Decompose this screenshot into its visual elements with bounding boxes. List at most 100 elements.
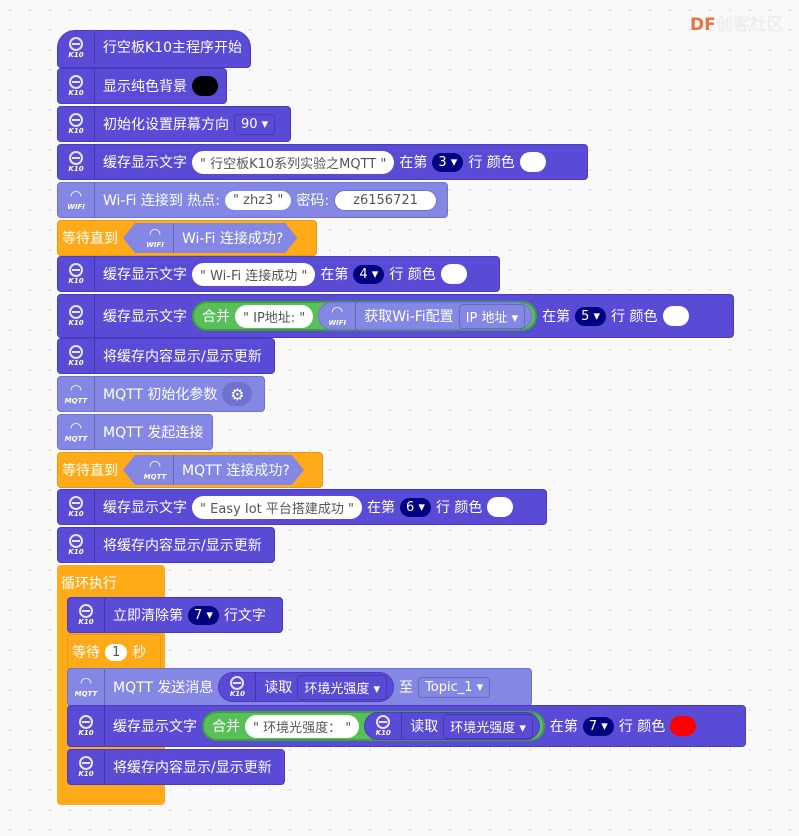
display-update-block[interactable]: K10 将缓存内容显示/显示更新 [57,338,275,374]
watermark-logo: DF创客社区 [690,15,784,35]
clear-row-block[interactable]: K10 立即清除第 7 ▾ 行文字 [67,597,283,633]
row-dropdown[interactable]: 5 ▾ [575,306,607,326]
block-label: 等待直到 [62,463,118,479]
row-dropdown[interactable]: 4 ▾ [353,264,385,284]
fill-background-block[interactable]: K10 显示纯色背景 [57,68,227,104]
k10-board-icon: K10 [58,490,95,524]
label: 至 [399,680,414,696]
block-label: 行空板K10主程序开始 [103,40,242,56]
k10-board-icon: K10 [68,750,105,784]
text-input[interactable]: " IP地址: " [235,304,314,328]
row-dropdown[interactable]: 3 ▾ [432,152,464,172]
block-label: 等待直到 [62,231,118,247]
sensor-dropdown[interactable]: 环境光强度 ▾ [443,713,533,739]
orientation-dropdown[interactable]: 90 ▾ [234,113,276,135]
color-swatch-white[interactable] [487,497,514,517]
wifi-icon: ◠ WIFI [319,303,357,329]
row-dropdown[interactable]: 6 ▾ [400,497,431,517]
k10-board-icon: K10 [58,69,95,103]
label: 密码: [296,193,330,209]
gear-icon[interactable]: ⚙ [222,382,253,406]
color-swatch-red[interactable] [670,716,697,736]
seconds-input[interactable]: 1 [105,643,128,661]
color-swatch-white[interactable] [662,306,689,326]
topic-dropdown[interactable]: Topic_1 ▾ [418,676,491,698]
block-label: 循环执行 [61,576,117,592]
block-label: 将缓存内容显示/显示更新 [113,760,272,776]
k10-board-icon: K10 [58,339,95,373]
ssid-input[interactable]: " zhz3 " [225,190,292,210]
label: 行 颜色 [611,309,658,325]
screen-orientation-block[interactable]: K10 初始化设置屏幕方向 90 ▾ [57,106,291,142]
k10-board-icon: K10 [365,713,403,739]
label: 行 颜色 [618,719,666,735]
k10-board-icon: K10 [58,295,95,337]
mqtt-connect-block[interactable]: ◠ MQTT MQTT 发起连接 [57,414,213,450]
cache-text-join-block[interactable]: K10 缓存显示文字 合并 " 环境光强度： " K10 读取 环境光强度 ▾ 在第… [67,705,746,747]
block-label: 缓存显示文字 [103,309,187,325]
wifi-config-reporter[interactable]: ◠ WIFI 获取Wi-Fi配置 IP 地址 ▾ [318,302,533,330]
block-label: 将缓存内容显示/显示更新 [103,349,262,365]
read-sensor-reporter[interactable]: K10 读取 环境光强度 ▾ [364,712,540,740]
text-input[interactable]: " 环境光强度： " [245,714,360,738]
color-swatch-white[interactable] [440,264,467,284]
label: 在第 [542,309,571,325]
cache-text-block[interactable]: K10 缓存显示文字 " Wi-Fi 连接成功 " 在第 4 ▾ 行 颜色 [57,256,500,292]
block-label: MQTT 初始化参数 [103,387,218,403]
sensor-dropdown[interactable]: 环境光强度 ▾ [297,674,388,700]
cache-text-block[interactable]: K10 缓存显示文字 " 行空板K10系列实验之MQTT " 在第 3 ▾ 行 … [57,144,588,180]
block-label: 立即清除第 [113,608,183,624]
k10-board-icon: K10 [58,257,95,291]
label: 行文字 [223,608,266,624]
label: 在第 [399,155,428,171]
k10-board-icon: K10 [68,598,105,632]
mqtt-publish-block[interactable]: ◠ MQTT MQTT 发送消息 K10 读取 环境光强度 ▾ 至 Topic_1 ▾ [67,668,532,706]
block-label: 缓存显示文字 [103,155,187,171]
block-label: 缓存显示文字 [103,500,187,516]
join-operator[interactable]: 合并 " IP地址: " ◠ WIFI 获取Wi-Fi配置 IP 地址 ▾ [192,301,538,331]
forever-loop-header[interactable]: 循环执行 [57,565,165,601]
block-label: 缓存显示文字 [103,267,187,283]
display-update-block[interactable]: K10 将缓存内容显示/显示更新 [57,527,275,563]
wait-until-block[interactable]: 等待直到 ◠ MQTT MQTT 连接成功? [57,452,323,488]
label: 在第 [549,719,578,735]
row-dropdown[interactable]: 7 ▾ [188,605,219,625]
block-label: 显示纯色背景 [103,79,187,95]
label: 秒 [132,645,147,661]
row-dropdown[interactable]: 7 ▾ [582,716,614,736]
text-input[interactable]: " Easy Iot 平台搭建成功 " [192,495,363,519]
block-label: MQTT 发起连接 [103,425,204,441]
k10-board-icon: K10 [68,706,105,746]
read-sensor-reporter[interactable]: K10 读取 环境光强度 ▾ [218,672,395,702]
cache-text-block[interactable]: K10 缓存显示文字 " Easy Iot 平台搭建成功 " 在第 6 ▾ 行 … [57,489,547,525]
join-operator[interactable]: 合并 " 环境光强度： " K10 读取 环境光强度 ▾ [202,711,545,741]
wait-until-block[interactable]: 等待直到 ◠ WIFI Wi-Fi 连接成功? [57,220,317,256]
k10-board-icon: K10 [219,673,257,701]
wifi-icon: ◠ WIFI [58,183,95,217]
password-input[interactable]: z6156721 [334,189,437,211]
block-label: 将缓存内容显示/显示更新 [103,538,262,554]
wifi-icon: ◠ WIFI [137,223,174,253]
cache-text-join-block[interactable]: K10 缓存显示文字 合并 " IP地址: " ◠ WIFI 获取Wi-Fi配置 IP… [57,294,734,338]
label: 在第 [367,500,396,516]
text-input[interactable]: " Wi-Fi 连接成功 " [192,262,316,286]
display-update-block[interactable]: K10 将缓存内容显示/显示更新 [67,749,285,785]
label: 行 颜色 [389,267,436,283]
wait-seconds-block[interactable]: 等待 1 秒 [67,634,161,670]
k10-board-icon: K10 [58,528,95,562]
k10-board-icon: K10 [58,33,95,63]
mqtt-wifi-icon: ◠ MQTT [58,377,95,411]
text-input[interactable]: " 行空板K10系列实验之MQTT " [192,150,395,174]
mqtt-connected-condition[interactable]: ◠ MQTT MQTT 连接成功? [123,455,304,485]
mqtt-init-block[interactable]: ◠ MQTT MQTT 初始化参数 ⚙ [57,376,265,412]
mqtt-wifi-icon: ◠ MQTT [58,415,95,449]
block-label: 初始化设置屏幕方向 [103,117,229,133]
config-dropdown[interactable]: IP 地址 ▾ [458,303,526,329]
k10-board-icon: K10 [58,107,95,141]
mqtt-wifi-icon: ◠ MQTT [137,455,174,485]
color-swatch-black[interactable] [192,76,218,96]
wifi-connected-condition[interactable]: ◠ WIFI Wi-Fi 连接成功? [123,223,297,253]
wifi-connect-block[interactable]: ◠ WIFI Wi-Fi 连接到 热点: " zhz3 " 密码: z615672… [57,182,448,218]
main-start-block[interactable]: K10 行空板K10主程序开始 [57,30,251,68]
color-swatch-white[interactable] [519,152,546,172]
